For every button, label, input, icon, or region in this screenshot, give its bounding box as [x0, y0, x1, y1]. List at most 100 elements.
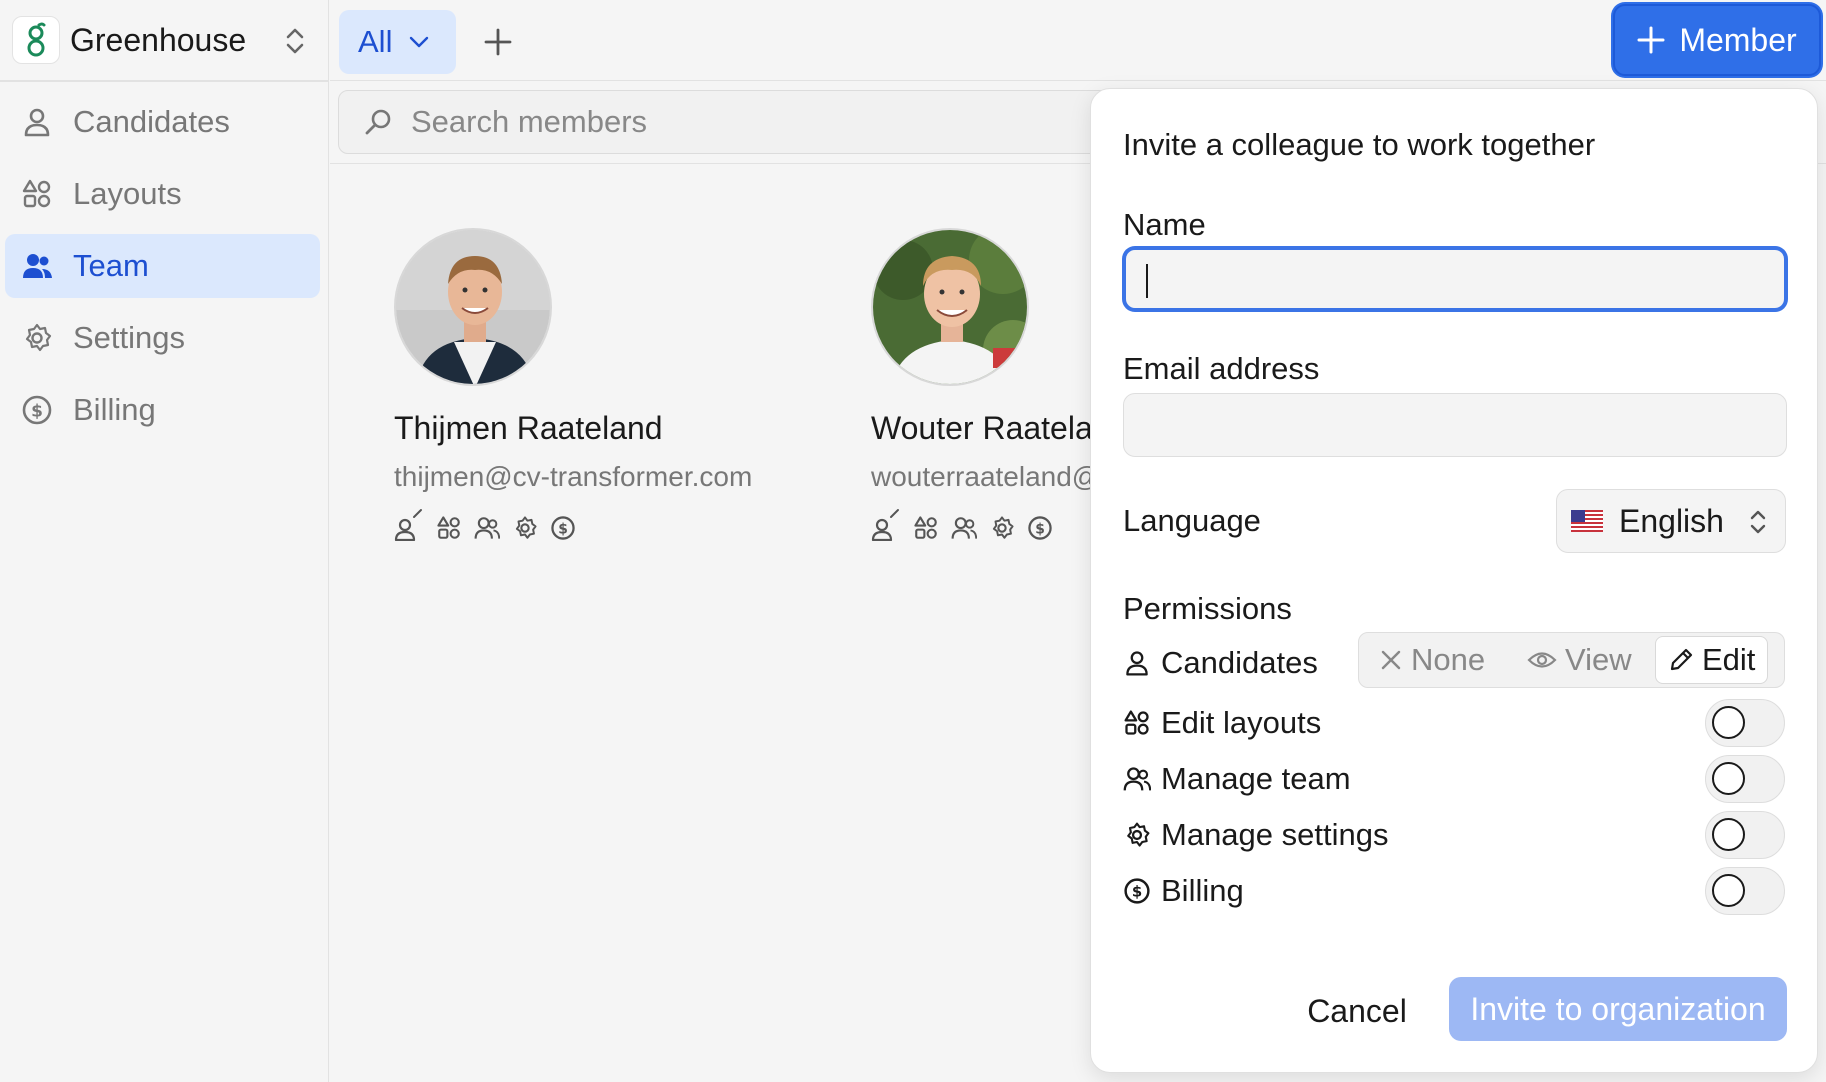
member-name: Thijmen Raateland: [394, 410, 663, 446]
email-field[interactable]: [1124, 394, 1786, 456]
permission-manage-team: Manage team: [1123, 753, 1787, 805]
sidebar-item-settings[interactable]: Settings: [5, 306, 320, 370]
name-label: Name: [1123, 207, 1206, 242]
layouts-icon: [22, 179, 51, 208]
sidebar-item-label: Settings: [73, 320, 186, 355]
permission-label: Candidates: [1161, 645, 1318, 680]
option-label: None: [1411, 642, 1486, 677]
dollar-icon: $: [1124, 878, 1150, 904]
option-none[interactable]: None: [1379, 636, 1485, 684]
user-icon: [1126, 651, 1148, 676]
sidebar: Greenhouse Candidates Layouts Team Setti…: [0, 0, 329, 1082]
toggle-knob: [1712, 706, 1745, 739]
tab-all[interactable]: All: [339, 10, 456, 74]
sidebar-item-team[interactable]: Team: [5, 234, 320, 298]
permission-label: Billing: [1161, 873, 1244, 908]
tab-label: All: [358, 24, 393, 59]
sidebar-item-label: Billing: [73, 392, 156, 427]
layouts-icon: [437, 516, 460, 539]
team-icon: [1123, 767, 1151, 791]
toggle-knob: [1712, 762, 1745, 795]
email-field-wrapper: [1123, 393, 1787, 457]
sidebar-divider: [0, 80, 329, 82]
option-edit[interactable]: Edit: [1655, 636, 1769, 684]
svg-text:$: $: [558, 521, 568, 537]
greenhouse-logo: [12, 16, 60, 64]
text-caret: [1146, 264, 1148, 298]
permission-label: Edit layouts: [1161, 705, 1322, 740]
plus-icon: [1637, 26, 1665, 54]
dollar-icon: $: [1028, 516, 1052, 540]
close-icon: [1381, 650, 1401, 670]
manage-settings-toggle[interactable]: [1705, 811, 1785, 859]
cancel-button[interactable]: Cancel: [1287, 979, 1427, 1043]
add-member-label: Member: [1679, 21, 1797, 58]
toggle-knob: [1712, 874, 1745, 907]
member-permissions: $: [394, 509, 794, 541]
sidebar-item-layouts[interactable]: Layouts: [5, 162, 320, 226]
member-card[interactable]: Thijmen Raateland thijmen@cv-transformer…: [394, 228, 794, 541]
team-icon: [951, 517, 977, 539]
chevron-up-down-icon: [1750, 510, 1766, 534]
team-icon: [474, 517, 500, 539]
sidebar-item-candidates[interactable]: Candidates: [5, 90, 320, 154]
gear-icon: [515, 516, 537, 539]
top-bar: All Member: [330, 0, 1826, 81]
user-icon: [24, 108, 50, 137]
toggle-knob: [1712, 818, 1745, 851]
name-field[interactable]: [1126, 250, 1784, 308]
layouts-icon: [914, 516, 937, 539]
avatar: [394, 228, 552, 386]
search-icon: [365, 109, 391, 135]
sidebar-item-label: Team: [73, 248, 149, 283]
svg-text:$: $: [1132, 883, 1142, 901]
dollar-icon: $: [22, 395, 52, 425]
sidebar-nav: Candidates Layouts Team Settings $ Billi…: [5, 90, 320, 450]
email-label: Email address: [1123, 351, 1320, 386]
add-member-button[interactable]: Member: [1613, 4, 1821, 76]
name-field-wrapper: [1123, 247, 1787, 311]
member-email: thijmen@cv-transformer.com: [394, 461, 753, 492]
user-edit-icon: [871, 509, 899, 541]
org-switcher[interactable]: Greenhouse: [12, 14, 312, 66]
org-name: Greenhouse: [70, 21, 247, 58]
invite-to-organization-button[interactable]: Invite to organization: [1449, 977, 1787, 1041]
eye-icon: [1527, 652, 1557, 668]
gear-icon: [1127, 822, 1150, 847]
pencil-icon: [1670, 648, 1693, 671]
language-select[interactable]: English: [1556, 489, 1786, 553]
user-edit-icon: [394, 509, 422, 541]
billing-toggle[interactable]: [1705, 867, 1785, 915]
add-tab-button[interactable]: [478, 20, 518, 64]
permission-manage-settings: Manage settings: [1123, 809, 1787, 861]
avatar: [871, 228, 1029, 386]
us-flag-icon: [1571, 510, 1603, 532]
svg-text:$: $: [1035, 521, 1045, 537]
sidebar-item-billing[interactable]: $ Billing: [5, 378, 320, 442]
option-label: Edit: [1702, 642, 1756, 677]
svg-text:$: $: [31, 402, 43, 422]
edit-layouts-toggle[interactable]: [1705, 699, 1785, 747]
chevron-down-icon: [410, 36, 429, 48]
plus-icon: [484, 28, 512, 56]
team-icon: [23, 254, 52, 278]
permission-edit-layouts: Edit layouts: [1123, 697, 1787, 749]
gear-icon: [992, 516, 1014, 539]
permissions-label: Permissions: [1123, 591, 1292, 626]
chevron-up-down-icon: [282, 26, 308, 61]
layouts-icon: [1124, 710, 1149, 735]
permission-label: Manage team: [1161, 761, 1351, 796]
invite-member-popover: Invite a colleague to work together Name…: [1090, 88, 1818, 1073]
language-label: Language: [1123, 503, 1261, 538]
option-label: View: [1565, 642, 1632, 677]
popover-title: Invite a colleague to work together: [1123, 127, 1596, 162]
permission-billing: $ Billing: [1123, 865, 1787, 917]
sidebar-item-label: Layouts: [73, 176, 182, 211]
dollar-icon: $: [551, 516, 575, 540]
sidebar-item-label: Candidates: [73, 104, 230, 139]
manage-team-toggle[interactable]: [1705, 755, 1785, 803]
language-value: English: [1619, 502, 1724, 539]
gear-icon: [25, 323, 52, 352]
permission-label: Manage settings: [1161, 817, 1389, 852]
option-view[interactable]: View: [1527, 636, 1632, 684]
